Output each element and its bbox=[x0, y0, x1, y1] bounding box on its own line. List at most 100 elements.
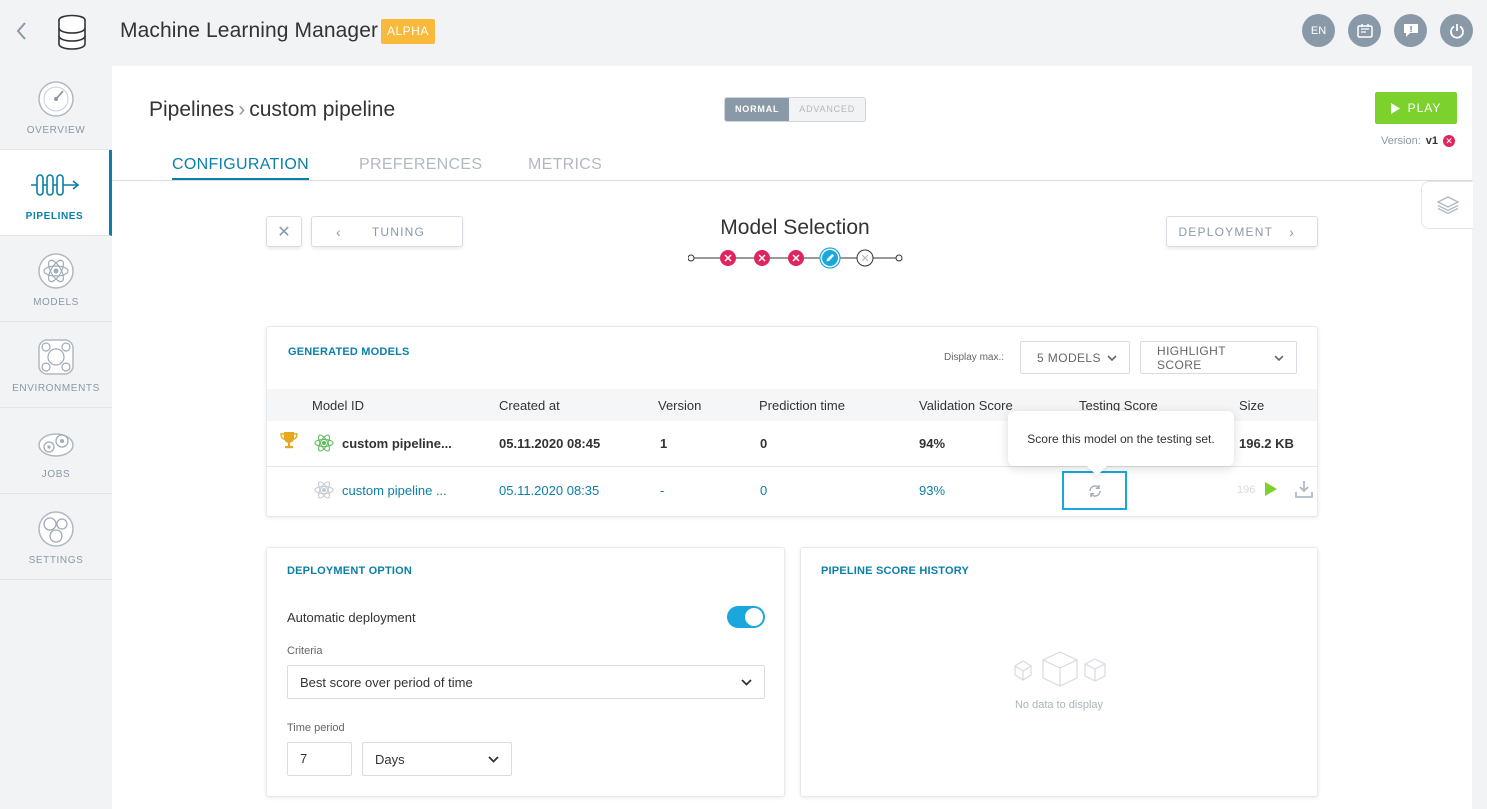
sidebar-item-label: OVERVIEW bbox=[26, 125, 86, 136]
layers-icon[interactable] bbox=[1421, 181, 1473, 229]
chevron-left-icon: ‹ bbox=[336, 223, 342, 240]
chevron-down-icon bbox=[1107, 354, 1117, 361]
sidebar-item-label: PIPELINES bbox=[25, 211, 84, 222]
news-icon[interactable] bbox=[1348, 14, 1381, 47]
score-tooltip: Score this model on the testing set. bbox=[1008, 411, 1234, 466]
sidebar-item-overview[interactable]: OVERVIEW bbox=[0, 64, 112, 150]
chevron-right-icon: › bbox=[1289, 223, 1295, 240]
no-data-text: No data to display bbox=[1014, 699, 1104, 711]
database-logo-icon bbox=[56, 14, 88, 50]
time-unit-select[interactable]: Days bbox=[362, 742, 512, 776]
sidebar-item-pipelines[interactable]: PIPELINES bbox=[0, 150, 112, 236]
model-id-cell[interactable]: custom pipeline ... bbox=[342, 483, 447, 498]
breadcrumb-current: custom pipeline bbox=[249, 98, 396, 121]
tooltip-text: Score this model on the testing set. bbox=[1027, 431, 1215, 446]
play-button[interactable]: PLAY bbox=[1375, 92, 1457, 124]
models-count-dropdown[interactable]: 5 MODELS bbox=[1020, 341, 1130, 374]
mode-advanced-button[interactable]: ADVANCED bbox=[789, 98, 866, 121]
top-bar: Machine Learning Manager ALPHA EN bbox=[0, 0, 1487, 64]
highlight-score-dropdown[interactable]: HIGHLIGHT SCORE bbox=[1140, 341, 1297, 374]
wizard-next-label: DEPLOYMENT bbox=[1178, 224, 1274, 239]
app-title: Machine Learning Manager bbox=[120, 19, 379, 42]
created-at-cell: 05.11.2020 08:45 bbox=[499, 436, 601, 451]
gears-icon bbox=[38, 433, 74, 457]
pipeline-score-history-title: PIPELINE SCORE HISTORY bbox=[821, 565, 970, 577]
sidebar-item-label: SETTINGS bbox=[28, 555, 84, 566]
feedback-icon[interactable] bbox=[1394, 14, 1427, 47]
play-icon[interactable] bbox=[1264, 481, 1278, 497]
automatic-deployment-label: Automatic deployment bbox=[287, 610, 416, 625]
wizard-close-button[interactable]: ✕ bbox=[266, 216, 302, 247]
main-panel: Pipelines › custom pipeline NORMAL ADVANCE… bbox=[112, 66, 1473, 809]
prediction-time-cell: 0 bbox=[760, 436, 768, 451]
back-icon[interactable] bbox=[14, 20, 34, 42]
automatic-deployment-toggle[interactable] bbox=[727, 606, 765, 628]
model-id-cell[interactable]: custom pipeline... bbox=[342, 436, 452, 451]
criteria-label: Criteria bbox=[287, 645, 323, 657]
play-icon bbox=[1390, 102, 1400, 114]
settings-gear-icon bbox=[38, 511, 74, 547]
atom-icon bbox=[314, 434, 334, 452]
sidebar: OVERVIEW PIPELINES MODELS ENVIRONMENTS J… bbox=[0, 64, 112, 809]
step-error-icon bbox=[754, 250, 770, 266]
pipeline-score-history-card: PIPELINE SCORE HISTORY No data to displa… bbox=[800, 547, 1318, 797]
column-header[interactable]: Prediction time bbox=[759, 398, 845, 413]
score-testing-button[interactable] bbox=[1062, 471, 1127, 510]
column-header[interactable]: Version bbox=[658, 398, 701, 413]
sidebar-item-models[interactable]: MODELS bbox=[0, 236, 112, 322]
pipeline-icon bbox=[30, 174, 79, 196]
version-line: Version: v1 ✕ bbox=[1381, 135, 1455, 147]
sidebar-item-environments[interactable]: ENVIRONMENTS bbox=[0, 322, 112, 408]
play-label: PLAY bbox=[1407, 101, 1442, 115]
step-error-icon bbox=[788, 250, 804, 266]
download-icon[interactable] bbox=[1295, 480, 1313, 498]
version-remove-icon[interactable]: ✕ bbox=[1443, 135, 1455, 147]
wizard-prev-button[interactable]: ‹ TUNING bbox=[311, 216, 463, 247]
environment-icon bbox=[38, 339, 74, 375]
language-button[interactable]: EN bbox=[1302, 14, 1335, 47]
version-value: v1 bbox=[1425, 135, 1438, 147]
tab-preferences[interactable]: PREFERENCES bbox=[359, 156, 482, 178]
sidebar-item-label: JOBS bbox=[41, 469, 71, 480]
breadcrumb-root[interactable]: Pipelines bbox=[149, 98, 234, 121]
step-start-dot bbox=[688, 254, 695, 262]
chevron-down-icon bbox=[1274, 354, 1284, 361]
mode-normal-button[interactable]: NORMAL bbox=[725, 98, 790, 121]
time-period-input[interactable]: 7 bbox=[287, 742, 352, 776]
wizard-steps bbox=[688, 247, 903, 269]
column-header[interactable]: Size bbox=[1239, 398, 1264, 413]
wizard-next-button[interactable]: DEPLOYMENT › bbox=[1166, 216, 1318, 247]
sidebar-item-label: ENVIRONMENTS bbox=[12, 383, 100, 394]
time-unit-value: Days bbox=[375, 751, 405, 767]
step-error-icon bbox=[720, 250, 736, 266]
size-cell: 196 bbox=[1237, 484, 1256, 496]
criteria-select[interactable]: Best score over period of time bbox=[287, 665, 765, 699]
models-count-value: 5 MODELS bbox=[1037, 350, 1101, 365]
version-cell: 1 bbox=[660, 436, 668, 451]
version-label: Version: bbox=[1381, 135, 1421, 147]
chevron-down-icon bbox=[488, 755, 499, 763]
table-row[interactable]: custom pipeline ... 05.11.2020 08:35 - 0… bbox=[267, 467, 1317, 513]
close-icon: ✕ bbox=[277, 223, 291, 241]
sidebar-item-jobs[interactable]: JOBS bbox=[0, 408, 112, 494]
chevron-down-icon bbox=[741, 678, 752, 686]
size-cell: 196.2 KB bbox=[1239, 436, 1294, 451]
column-header[interactable]: Created at bbox=[499, 398, 560, 413]
step-end-dot bbox=[895, 254, 903, 262]
highlight-score-value: HIGHLIGHT SCORE bbox=[1157, 343, 1226, 372]
sidebar-item-settings[interactable]: SETTINGS bbox=[0, 494, 112, 580]
empty-cubes-icon bbox=[1014, 651, 1106, 687]
deployment-option-title: DEPLOYMENT OPTION bbox=[287, 565, 413, 577]
toggle-knob bbox=[745, 608, 763, 626]
language-label: EN bbox=[1310, 24, 1327, 37]
power-icon[interactable] bbox=[1440, 14, 1473, 47]
tab-configuration[interactable]: CONFIGURATION bbox=[172, 156, 309, 180]
tab-metrics[interactable]: METRICS bbox=[528, 156, 602, 178]
display-max-label: Display max.: bbox=[944, 352, 1005, 363]
version-cell: - bbox=[660, 483, 665, 498]
sidebar-item-label: MODELS bbox=[33, 297, 79, 308]
deployment-option-card: DEPLOYMENT OPTION Automatic deployment C… bbox=[266, 547, 785, 797]
validation-score-cell: 93% bbox=[919, 483, 946, 498]
column-header[interactable]: Validation Score bbox=[919, 398, 1013, 413]
column-header[interactable]: Model ID bbox=[312, 398, 364, 413]
